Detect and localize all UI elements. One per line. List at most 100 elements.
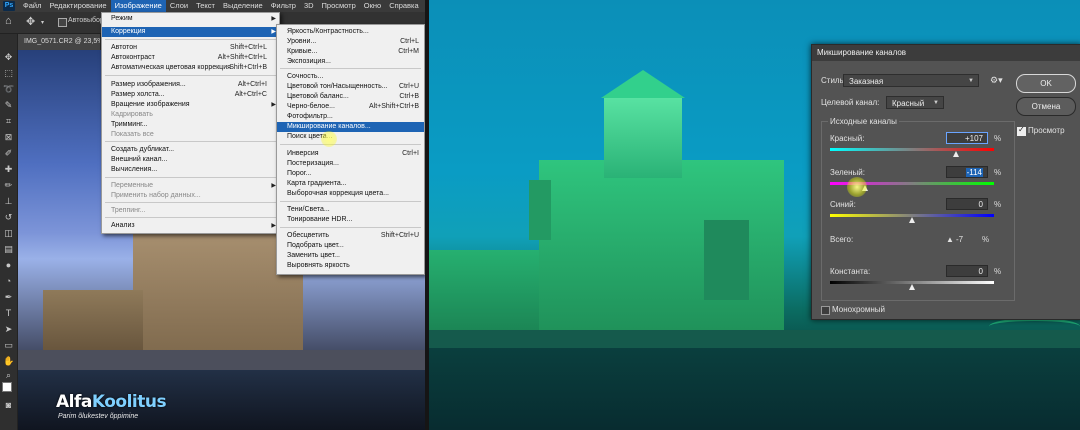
adjust-menu-item[interactable]: Кривые... Ctrl+M [277, 47, 424, 57]
menu-3[interactable]: Слои [166, 0, 192, 12]
adjust-menu-item[interactable]: Цветовой баланс... Ctrl+B [277, 92, 424, 102]
foreground-color-swatch[interactable] [2, 382, 12, 392]
red-channel-input[interactable]: +107 [946, 132, 988, 144]
preset-options-gear-icon[interactable]: ⚙▾ [990, 75, 1003, 86]
adjust-menu-item[interactable]: Сочность... [277, 72, 424, 82]
image-menu-item: Переменные ▶ [102, 181, 279, 191]
menu-item-label: Автотон [111, 44, 137, 51]
adjust-menu-item[interactable]: Уровни... Ctrl+L [277, 37, 424, 47]
menu-item-shortcut: Alt+Ctrl+I [237, 81, 267, 88]
adjust-menu-item[interactable]: Фотофильтр... [277, 112, 424, 122]
frame-tool-icon[interactable]: ⊠ [3, 132, 14, 143]
image-menu-item[interactable]: Коррекция ▶ [102, 27, 279, 37]
menu-1[interactable]: Редактирование [45, 0, 110, 12]
menu-0[interactable]: Файл [19, 0, 45, 12]
healing-brush-icon[interactable]: ✚ [3, 164, 14, 175]
image-menu-item[interactable]: Автотон Shift+Ctrl+L [102, 43, 279, 53]
hand-tool-icon[interactable]: ✋ [3, 356, 14, 367]
image-menu-item[interactable]: Создать дубликат... [102, 145, 279, 155]
ok-button[interactable]: OK [1016, 74, 1076, 93]
chevron-down-icon[interactable]: ▾ [41, 19, 44, 26]
autoselect-checkbox[interactable] [58, 18, 67, 27]
eraser-tool-icon[interactable]: ◫ [3, 228, 14, 239]
menu-9[interactable]: Окно [360, 0, 385, 12]
crop-tool-icon[interactable]: ⌗ [3, 116, 14, 127]
image-menu-item[interactable]: Тримминг... [102, 120, 279, 130]
adjust-menu-item[interactable]: Микширование каналов... [277, 122, 424, 132]
constant-input[interactable]: 0 [946, 265, 988, 277]
adjust-menu-item[interactable]: Подобрать цвет... [277, 241, 424, 251]
menu-item-label: Режим [111, 15, 133, 22]
blue-slider-thumb[interactable] [909, 217, 915, 223]
adjust-menu-item[interactable]: Выровнять яркость [277, 261, 424, 271]
menu-item-shortcut: Alt+Shift+Ctrl+B [369, 103, 419, 110]
adjust-menu-item[interactable]: Поиск цвета... [277, 132, 424, 142]
image-menu-item[interactable]: Анализ ▶ [102, 221, 279, 231]
stamp-tool-icon[interactable]: ⊥ [3, 196, 14, 207]
image-menu-item[interactable]: Вычисления... [102, 165, 279, 175]
preset-dropdown[interactable]: Заказная ▼ [843, 74, 979, 87]
menu-7[interactable]: 3D [300, 0, 318, 12]
home-icon[interactable]: ⌂ [5, 15, 12, 27]
image-menu-item[interactable]: Размер холста... Alt+Ctrl+C [102, 90, 279, 100]
menu-4[interactable]: Текст [192, 0, 219, 12]
preview-checkbox[interactable] [1017, 125, 1026, 136]
target-channel-dropdown[interactable]: Красный ▼ [886, 96, 944, 109]
document-tab[interactable]: IMG_0571.CR2 @ 23,5% [18, 34, 100, 50]
image-menu-item[interactable]: Автоматическая цветовая коррекция Shift+C… [102, 63, 279, 73]
path-selection-icon[interactable]: ➤ [3, 324, 14, 335]
menu-5[interactable]: Выделение [219, 0, 267, 12]
blue-channel-input[interactable]: 0 [946, 198, 988, 210]
image-menu-item[interactable]: Размер изображения... Alt+Ctrl+I [102, 80, 279, 90]
menu-8[interactable]: Просмотр [318, 0, 360, 12]
move-tool-icon[interactable]: ✥ [3, 52, 14, 63]
constant-slider-thumb[interactable] [909, 284, 915, 290]
adjust-menu-item[interactable]: Выборочная коррекция цвета... [277, 189, 424, 199]
menu-item-label: Вычисления... [111, 166, 158, 173]
adjust-menu-item[interactable]: Обесцветить Shift+Ctrl+U [277, 231, 424, 241]
adjust-menu-item[interactable]: Карта градиента... [277, 179, 424, 189]
blur-tool-icon[interactable]: ● [3, 260, 14, 271]
gradient-tool-icon[interactable]: ▤ [3, 244, 14, 255]
dialog-title[interactable]: Микширование каналов [812, 45, 1080, 61]
image-menu-item[interactable]: Вращение изображения ▶ [102, 100, 279, 110]
rectangle-tool-icon[interactable]: ▭ [3, 340, 14, 351]
adjust-menu-item[interactable]: Инверсия Ctrl+I [277, 149, 424, 159]
image-menu-item[interactable]: Внешний канал... [102, 155, 279, 165]
menu-6[interactable]: Фильтр [267, 0, 300, 12]
adjust-menu-item[interactable]: Черно-белое... Alt+Shift+Ctrl+B [277, 102, 424, 112]
adjust-menu-item[interactable]: Постеризация... [277, 159, 424, 169]
cancel-button[interactable]: Отмена [1016, 97, 1076, 116]
image-menu-item: Показать все [102, 130, 279, 140]
image-menu-item[interactable]: Режим ▶ [102, 14, 279, 24]
green-channel-input[interactable]: -114 [946, 166, 988, 178]
adjust-menu-item[interactable]: Цветовой тон/Насыщенность... Ctrl+U [277, 82, 424, 92]
eyedropper-icon[interactable]: ✐ [3, 148, 14, 159]
marquee-tool-icon[interactable]: ⬚ [3, 68, 14, 79]
type-tool-icon[interactable]: T [3, 308, 14, 319]
autoselect-label: Автовыбор [68, 17, 104, 24]
menu-item-label: Сочность... [287, 73, 324, 80]
move-tool-icon[interactable]: ✥ [26, 15, 35, 28]
zoom-tool-icon[interactable]: ⌕ [3, 370, 14, 381]
quick-selection-icon[interactable]: ✎ [3, 100, 14, 111]
red-slider-thumb[interactable] [952, 151, 959, 157]
brush-tool-icon[interactable]: ✏ [3, 180, 14, 191]
quick-mask-icon[interactable]: ◙ [3, 400, 14, 411]
monochrome-checkbox[interactable] [821, 306, 830, 315]
menu-item-shortcut: Alt+Shift+Ctrl+L [217, 54, 267, 61]
history-brush-icon[interactable]: ↺ [3, 212, 14, 223]
adjust-menu-item[interactable]: Яркость/Контрастность... [277, 27, 424, 37]
pen-tool-icon[interactable]: ✒ [3, 292, 14, 303]
adjust-menu-item[interactable]: Тени/Света... [277, 205, 424, 215]
menu-10[interactable]: Справка [385, 0, 422, 12]
lasso-tool-icon[interactable]: ➰ [3, 84, 14, 95]
red-slider-track[interactable] [830, 148, 994, 151]
adjust-menu-item[interactable]: Тонирование HDR... [277, 215, 424, 225]
dodge-tool-icon[interactable]: ◔ [3, 276, 14, 287]
image-menu-item[interactable]: Автоконтраст Alt+Shift+Ctrl+L [102, 53, 279, 63]
adjust-menu-item[interactable]: Порог... [277, 169, 424, 179]
menu-2[interactable]: Изображение [110, 0, 166, 12]
adjust-menu-item[interactable]: Экспозиция... [277, 57, 424, 67]
adjust-menu-item[interactable]: Заменить цвет... [277, 251, 424, 261]
